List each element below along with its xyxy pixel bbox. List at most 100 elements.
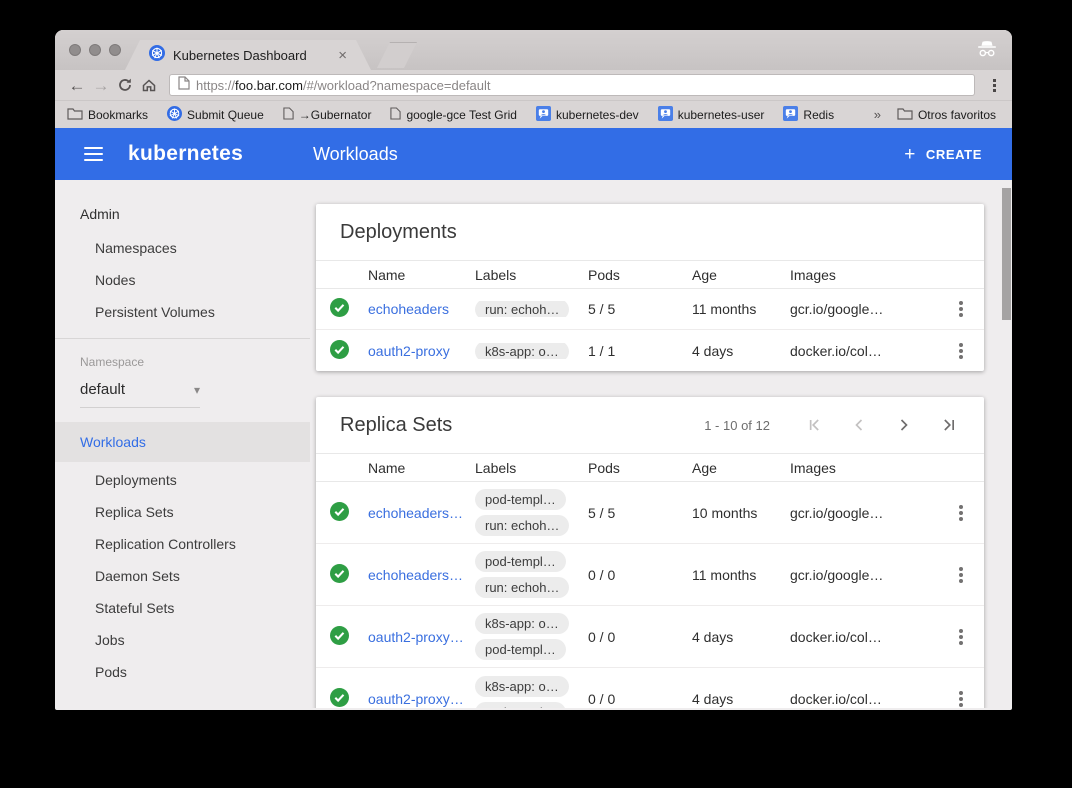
browser-tab[interactable]: Kubernetes Dashboard ×: [125, 40, 371, 70]
resource-link[interactable]: oauth2-proxy…: [362, 691, 469, 707]
resource-link[interactable]: oauth2-proxy: [362, 343, 469, 359]
page-icon: [178, 76, 190, 95]
home-icon[interactable]: [137, 77, 161, 93]
images-value: docker.io/col…: [784, 691, 937, 707]
pods-value: 0 / 0: [582, 691, 686, 707]
sidebar-item-replica-sets[interactable]: Replica Sets: [55, 496, 310, 528]
sidebar-item-workloads[interactable]: Workloads: [55, 422, 310, 462]
bookmark-item[interactable]: Redis: [783, 106, 834, 124]
browser-toolbar: ← → https://foo.bar.com/#/workload?names…: [55, 70, 1012, 100]
images-value: gcr.io/google…: [784, 505, 937, 521]
label-chip: k8s-app: o…: [475, 343, 569, 359]
bookmarks-bar: Bookmarks Submit Queue →Gubernator googl…: [55, 100, 1012, 128]
bookmark-item[interactable]: Submit Queue: [167, 106, 264, 124]
images-value: gcr.io/google…: [784, 301, 937, 317]
column-name: Name: [362, 267, 469, 283]
bookmark-item[interactable]: kubernetes-dev: [536, 106, 639, 124]
sidebar-item-persistent-volumes[interactable]: Persistent Volumes: [55, 296, 310, 328]
hamburger-menu-icon[interactable]: [80, 143, 107, 165]
kebab-menu-icon[interactable]: [954, 500, 968, 526]
bookmark-label: Otros favoritos: [918, 108, 996, 122]
plus-icon: +: [904, 145, 916, 164]
status-ok-icon: [330, 298, 349, 320]
kebab-menu-icon[interactable]: [954, 686, 968, 708]
sidebar-item-jobs[interactable]: Jobs: [55, 624, 310, 656]
column-name: Name: [362, 460, 469, 476]
browser-titlebar: Kubernetes Dashboard ×: [55, 30, 1012, 70]
column-age: Age: [686, 267, 784, 283]
sidebar-section-admin[interactable]: Admin: [55, 196, 310, 232]
age-value: 4 days: [686, 691, 784, 707]
status-ok-icon: [330, 564, 349, 586]
age-value: 4 days: [686, 629, 784, 645]
close-tab-icon[interactable]: ×: [338, 47, 347, 64]
new-tab-button[interactable]: [377, 42, 417, 68]
age-value: 11 months: [686, 567, 784, 583]
first-page-icon[interactable]: [803, 414, 825, 436]
kebab-menu-icon[interactable]: [954, 624, 968, 650]
table-row: oauth2-proxy… k8s-app: o…pod-templ… 0 / …: [316, 606, 984, 668]
page-icon: [283, 107, 294, 123]
sidebar-item-pods[interactable]: Pods: [55, 656, 310, 688]
content-area: Deployments Name Labels Pods Age Images …: [310, 180, 1012, 708]
bookmark-label: Bookmarks: [88, 108, 148, 122]
kebab-menu-icon[interactable]: [954, 562, 968, 588]
pods-value: 5 / 5: [582, 505, 686, 521]
sidebar-item-replication-controllers[interactable]: Replication Controllers: [55, 528, 310, 560]
close-window-icon[interactable]: [69, 44, 81, 56]
reload-icon[interactable]: [113, 77, 137, 93]
sidebar-nav: Admin Namespaces Nodes Persistent Volume…: [55, 180, 310, 708]
card-title: Replica Sets: [340, 414, 704, 437]
create-button[interactable]: + CREATE: [896, 139, 990, 170]
bookmark-item[interactable]: kubernetes-user: [658, 106, 765, 124]
resource-link[interactable]: echoheaders…: [362, 505, 469, 521]
bookmark-item[interactable]: google-gce Test Grid: [390, 107, 517, 123]
groups-icon: [536, 106, 551, 124]
last-page-icon[interactable]: [938, 414, 960, 436]
status-ok-icon: [330, 502, 349, 524]
forward-icon[interactable]: →: [89, 77, 113, 94]
resource-link[interactable]: echoheaders…: [362, 567, 469, 583]
back-icon[interactable]: ←: [65, 77, 89, 94]
resource-link[interactable]: oauth2-proxy…: [362, 629, 469, 645]
sidebar-item-daemon-sets[interactable]: Daemon Sets: [55, 560, 310, 592]
bookmarks-overflow-icon[interactable]: »: [874, 107, 881, 122]
table-header: Name Labels Pods Age Images: [316, 260, 984, 289]
namespace-select[interactable]: default ▾: [80, 381, 200, 408]
previous-page-icon[interactable]: [848, 414, 870, 436]
url-bar[interactable]: https://foo.bar.com/#/workload?namespace…: [169, 74, 975, 96]
window-controls[interactable]: [69, 44, 121, 56]
bookmark-label: kubernetes-user: [678, 108, 765, 122]
bookmark-item[interactable]: →Gubernator: [283, 107, 372, 123]
table-row: echoheaders run: echoh… 5 / 5 11 months …: [316, 289, 984, 330]
scrollbar-thumb[interactable]: [1002, 188, 1011, 320]
label-chip: k8s-app: o…: [475, 613, 569, 634]
label-chip: pod-templ…: [475, 489, 566, 510]
sidebar-item-nodes[interactable]: Nodes: [55, 264, 310, 296]
next-page-icon[interactable]: [893, 414, 915, 436]
zoom-window-icon[interactable]: [109, 44, 121, 56]
age-value: 11 months: [686, 301, 784, 317]
label-chip: pod-templ…: [475, 702, 566, 709]
browser-menu-icon[interactable]: [987, 75, 1002, 96]
kebab-menu-icon[interactable]: [954, 338, 968, 364]
bookmark-folder[interactable]: Bookmarks: [67, 107, 148, 123]
minimize-window-icon[interactable]: [89, 44, 101, 56]
label-chip: run: echoh…: [475, 577, 569, 598]
sidebar-item-namespaces[interactable]: Namespaces: [55, 232, 310, 264]
page-title: Workloads: [313, 144, 398, 165]
sidebar-item-deployments[interactable]: Deployments: [55, 464, 310, 496]
bookmark-other-folder[interactable]: Otros favoritos: [897, 107, 996, 123]
table-row: oauth2-proxy k8s-app: o… 1 / 1 4 days do…: [316, 330, 984, 371]
kebab-menu-icon[interactable]: [954, 296, 968, 322]
sidebar-item-stateful-sets[interactable]: Stateful Sets: [55, 592, 310, 624]
url-path: /#/workload?namespace=default: [303, 78, 491, 93]
replica-sets-card: Replica Sets 1 - 10 of 12 Name Labels Po…: [316, 397, 984, 708]
label-chip: run: echoh…: [475, 515, 569, 536]
kubernetes-logo: kubernetes: [128, 142, 243, 166]
pods-value: 1 / 1: [582, 343, 686, 359]
age-value: 10 months: [686, 505, 784, 521]
deployments-card: Deployments Name Labels Pods Age Images …: [316, 204, 984, 371]
main-area: Admin Namespaces Nodes Persistent Volume…: [55, 180, 1012, 708]
resource-link[interactable]: echoheaders: [362, 301, 469, 317]
